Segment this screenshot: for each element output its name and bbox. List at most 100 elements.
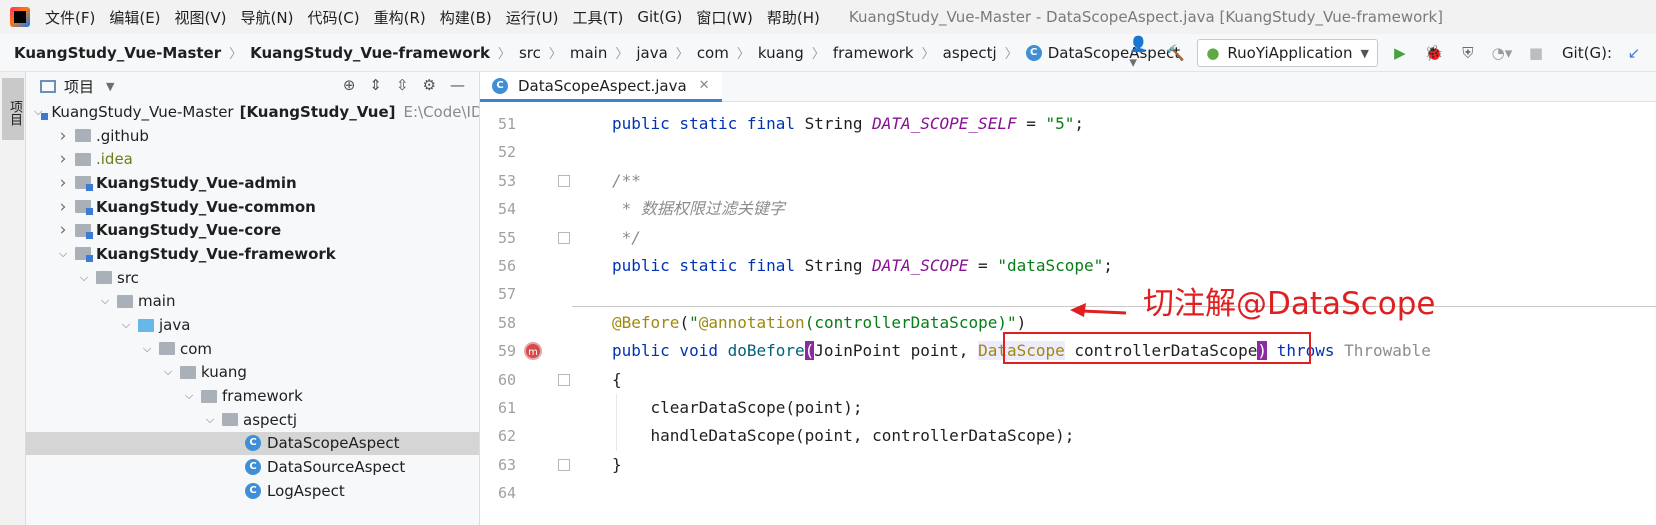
tree-node[interactable]: ⌵ com <box>26 337 479 361</box>
project-panel-title[interactable]: 项目 <box>64 76 94 97</box>
code-token: @annotation <box>698 312 805 332</box>
tree-node-label: kuang <box>201 363 247 382</box>
line-number: 53 <box>497 171 516 190</box>
coverage-icon[interactable]: ⛨ <box>1456 41 1480 65</box>
class-icon: C <box>245 459 261 476</box>
folder-icon <box>117 294 133 308</box>
breadcrumb-item[interactable]: aspectj 〉 <box>943 43 1026 63</box>
tree-node[interactable]: ⌵ aspectj <box>26 408 479 432</box>
minimize-icon[interactable]: — <box>450 76 465 94</box>
chevron-down-icon[interactable]: ⌵ <box>202 413 218 427</box>
code-line: { <box>612 369 622 389</box>
tree-node[interactable]: › KuangStudy_Vue-common <box>26 195 479 219</box>
chevron-right-icon[interactable]: › <box>55 126 71 146</box>
menu-file[interactable]: 文件(F) <box>38 7 102 28</box>
menu-run[interactable]: 运行(U) <box>499 7 566 28</box>
package-icon <box>180 365 196 379</box>
locate-icon[interactable]: ⊕ <box>343 76 356 94</box>
breadcrumb-item[interactable]: KuangStudy_Vue-framework 〉 <box>250 43 519 63</box>
breadcrumb-label: KuangStudy_Vue-framework <box>250 43 490 62</box>
breadcrumb-label: framework <box>832 43 914 62</box>
tree-node[interactable]: ⌵ java <box>26 313 479 337</box>
collapse-all-icon[interactable]: ⇳ <box>396 76 409 94</box>
chevron-down-icon[interactable]: ⌵ <box>97 294 113 308</box>
menu-view[interactable]: 视图(V) <box>168 7 234 28</box>
code-token: Throwable <box>1344 341 1431 361</box>
menu-git[interactable]: Git(G) <box>630 8 689 26</box>
tree-node[interactable]: ⌵ framework <box>26 384 479 408</box>
chevron-right-icon[interactable]: › <box>55 149 71 169</box>
window-title: KuangStudy_Vue-Master - DataScopeAspect.… <box>848 8 1443 26</box>
caret-down-icon[interactable]: ▼ <box>106 80 114 93</box>
tree-node[interactable]: › KuangStudy_Vue-admin <box>26 171 479 195</box>
chevron-right-icon: 〉 <box>1004 47 1018 62</box>
tree-node[interactable]: C DataSourceAspect <box>26 455 479 479</box>
editor-tab-bar: C DataScopeAspect.java ✕ <box>480 72 1656 102</box>
breadcrumb-item[interactable]: main 〉 <box>570 43 637 63</box>
tree-node-label: framework <box>222 387 303 406</box>
debug-icon[interactable]: 🐞 <box>1422 41 1446 65</box>
chevron-down-icon[interactable]: ⌵ <box>181 389 197 403</box>
breadcrumb-item[interactable]: KuangStudy_Vue-Master 〉 <box>14 43 250 63</box>
chevron-down-icon[interactable]: ⌵ <box>160 365 176 379</box>
tree-node[interactable]: › .github <box>26 124 479 148</box>
menu-window[interactable]: 窗口(W) <box>689 7 760 28</box>
user-icon[interactable]: 👤▾ <box>1129 35 1153 71</box>
tree-node[interactable]: › KuangStudy_Vue-core <box>26 218 479 242</box>
tree-node-label: main <box>138 292 176 311</box>
gear-icon[interactable]: ⚙ <box>423 76 436 94</box>
line-number: 55 <box>497 228 516 247</box>
package-icon <box>159 342 175 356</box>
menu-code[interactable]: 代码(C) <box>300 7 366 28</box>
code-token: ( <box>804 341 815 361</box>
tree-node[interactable]: ⌵ kuang <box>26 361 479 385</box>
close-icon[interactable]: ✕ <box>699 78 710 93</box>
run-configuration-label: RuoYiApplication <box>1227 44 1353 62</box>
chevron-right-icon: 〉 <box>921 47 935 62</box>
tree-node-label: src <box>117 268 139 287</box>
chevron-down-icon[interactable]: ⌵ <box>55 247 71 261</box>
menu-help[interactable]: 帮助(H) <box>760 7 827 28</box>
tree-node[interactable]: ⌵ main <box>26 290 479 314</box>
breadcrumb-item[interactable]: kuang 〉 <box>758 43 833 63</box>
tree-node[interactable]: ⌵ src <box>26 266 479 290</box>
tree-node[interactable]: C DataScopeAspect <box>26 431 479 456</box>
git-update-icon[interactable]: ↙ <box>1622 41 1646 65</box>
tree-node[interactable]: ⌵ KuangStudy_Vue-framework <box>26 242 479 266</box>
menu-refactor[interactable]: 重构(R) <box>367 7 433 28</box>
tree-node[interactable]: › .idea <box>26 147 479 171</box>
chevron-down-icon[interactable]: ⌵ <box>139 342 155 356</box>
menu-navigate[interactable]: 导航(N) <box>234 7 301 28</box>
editor-tab[interactable]: C DataScopeAspect.java ✕ <box>480 72 722 102</box>
project-tool-tab[interactable]: 项目 <box>2 78 24 140</box>
stop-icon[interactable]: ■ <box>1524 41 1548 65</box>
breadcrumb-item[interactable]: src 〉 <box>519 43 570 63</box>
menu-tools[interactable]: 工具(T) <box>565 7 630 28</box>
tree-node[interactable]: C LogAspect <box>26 479 479 503</box>
line-number: 57 <box>497 285 516 304</box>
chevron-down-icon[interactable]: ⌵ <box>118 318 134 332</box>
chevron-down-icon[interactable]: ⌵ <box>76 271 92 285</box>
menu-build[interactable]: 构建(B) <box>433 7 499 28</box>
tree-node-label: LogAspect <box>267 481 345 500</box>
breadcrumb-item[interactable]: java 〉 <box>636 43 696 63</box>
tree-node-label: DataSourceAspect <box>267 458 406 477</box>
chevron-right-icon[interactable]: › <box>55 173 71 193</box>
profile-icon[interactable]: ◔▾ <box>1490 41 1514 65</box>
hammer-icon[interactable]: 🔨 <box>1163 41 1187 65</box>
tree-node[interactable]: ⌵ KuangStudy_Vue-Master [KuangStudy_Vue] E:… <box>26 100 479 124</box>
expand-all-icon[interactable]: ⇕ <box>369 76 382 94</box>
breadcrumb-item[interactable]: com 〉 <box>697 43 758 63</box>
intellij-logo-icon <box>10 7 30 27</box>
menu-edit[interactable]: 编辑(E) <box>102 7 167 28</box>
chevron-right-icon[interactable]: › <box>55 197 71 217</box>
code-token: DATA_SCOPE_SELF <box>872 114 1017 133</box>
editor-tab-label: DataScopeAspect.java <box>518 76 687 95</box>
indent-guide <box>616 394 617 451</box>
chevron-right-icon: 〉 <box>615 47 629 62</box>
run-configuration-select[interactable]: ● RuoYiApplication ▼ <box>1197 39 1378 67</box>
aspect-advice-icon[interactable]: m <box>524 342 542 361</box>
run-icon[interactable]: ▶ <box>1388 41 1412 65</box>
breadcrumb-item[interactable]: framework 〉 <box>832 43 943 63</box>
chevron-right-icon[interactable]: › <box>55 220 71 240</box>
